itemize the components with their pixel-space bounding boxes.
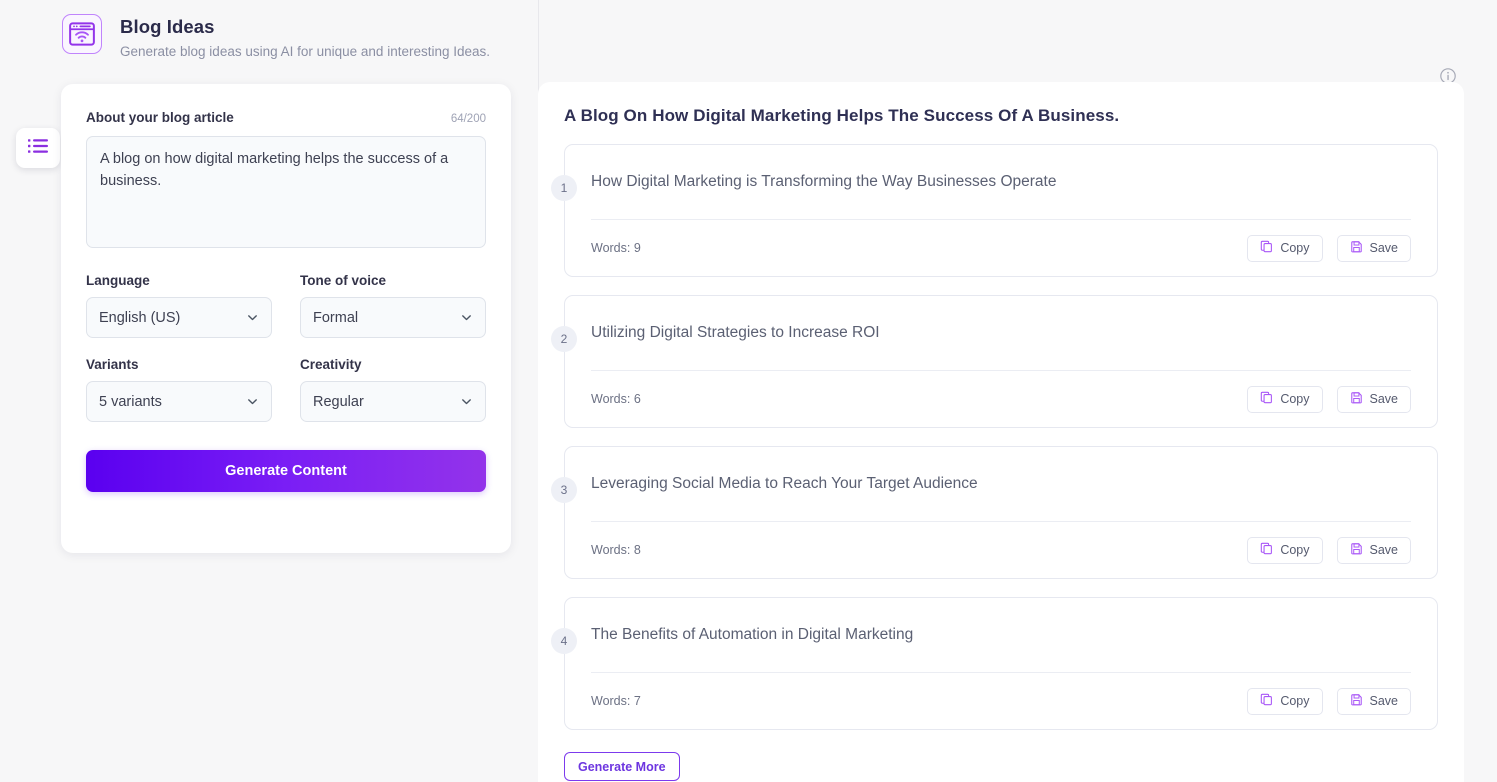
variants-select[interactable]: 5 variants	[86, 381, 272, 422]
copy-icon	[1260, 542, 1273, 558]
save-label: Save	[1369, 543, 1399, 557]
copy-label: Copy	[1280, 543, 1310, 557]
options-grid: Language English (US) Tone of voice Form…	[86, 273, 486, 441]
header-text-block: Blog Ideas Generate blog ideas using AI …	[120, 14, 490, 59]
save-label: Save	[1369, 241, 1399, 255]
idea-title[interactable]: Utilizing Digital Strategies to Increase…	[591, 324, 880, 342]
language-label: Language	[86, 273, 150, 288]
idea-title-row: Utilizing Digital Strategies to Increase…	[591, 296, 1411, 370]
copy-label: Copy	[1280, 241, 1310, 255]
copy-button[interactable]: Copy	[1247, 536, 1323, 564]
list-icon	[27, 137, 49, 160]
idea-actions: Copy Save	[1247, 385, 1411, 413]
idea-footer-row: Words: 8 Copy Save	[591, 522, 1411, 578]
copy-button[interactable]: Copy	[1247, 234, 1323, 262]
generate-more-button[interactable]: Generate More	[564, 752, 680, 781]
word-count: Words: 6	[591, 392, 641, 406]
word-count: Words: 7	[591, 694, 641, 708]
save-button[interactable]: Save	[1336, 536, 1411, 564]
idea-number-badge: 1	[551, 175, 577, 201]
creativity-select[interactable]: Regular	[300, 381, 486, 422]
floppy-disk-icon	[1350, 391, 1363, 407]
ideas-list: 1 How Digital Marketing is Transforming t…	[551, 144, 1438, 730]
save-button[interactable]: Save	[1336, 385, 1411, 413]
results-title: A Blog On How Digital Marketing Helps Th…	[564, 106, 1120, 125]
about-label: About your blog article	[86, 110, 234, 125]
idea-title-row: The Benefits of Automation in Digital Ma…	[591, 598, 1411, 672]
idea-footer-row: Words: 6 Copy Save	[591, 371, 1411, 427]
floppy-disk-icon	[1350, 240, 1363, 256]
idea-title[interactable]: The Benefits of Automation in Digital Ma…	[591, 626, 913, 644]
idea-actions: Copy Save	[1247, 234, 1411, 262]
about-field-header: About your blog article 64/200	[86, 110, 486, 125]
idea-actions: Copy Save	[1247, 687, 1411, 715]
copy-icon	[1260, 391, 1273, 407]
idea-title[interactable]: How Digital Marketing is Transforming th…	[591, 173, 1056, 191]
copy-icon	[1260, 240, 1273, 256]
idea-footer-row: Words: 7 Copy Save	[591, 673, 1411, 729]
char-counter: 64/200	[450, 113, 486, 125]
tone-label: Tone of voice	[300, 273, 387, 288]
page-subtitle: Generate blog ideas using AI for unique …	[120, 44, 491, 59]
language-select[interactable]: English (US)	[86, 297, 272, 338]
blog-ideas-page: Blog Ideas Generate blog ideas using AI …	[0, 0, 1497, 782]
variants-value: 5 variants	[99, 393, 162, 410]
idea-title-row: How Digital Marketing is Transforming th…	[591, 145, 1411, 219]
language-field: Language English (US)	[86, 273, 272, 357]
page-title: Blog Ideas	[120, 16, 215, 37]
copy-label: Copy	[1280, 694, 1310, 708]
creativity-value: Regular	[313, 393, 364, 410]
idea-card: 1 How Digital Marketing is Transforming t…	[551, 144, 1438, 277]
idea-number-badge: 2	[551, 326, 577, 352]
results-panel: A Blog On How Digital Marketing Helps Th…	[538, 82, 1464, 782]
sidebar-toggle-button[interactable]	[16, 128, 60, 168]
creativity-label: Creativity	[300, 357, 362, 372]
save-button[interactable]: Save	[1336, 687, 1411, 715]
save-button[interactable]: Save	[1336, 234, 1411, 262]
idea-number-badge: 4	[551, 628, 577, 654]
generate-content-button[interactable]: Generate Content	[86, 450, 486, 492]
word-count: Words: 9	[591, 241, 641, 255]
variants-label: Variants	[86, 357, 139, 372]
word-count: Words: 8	[591, 543, 641, 557]
tone-select[interactable]: Formal	[300, 297, 486, 338]
floppy-disk-icon	[1350, 693, 1363, 709]
tone-field: Tone of voice Formal	[300, 273, 486, 357]
idea-title-row: Leveraging Social Media to Reach Your Ta…	[591, 447, 1411, 521]
variants-field: Variants 5 variants	[86, 357, 272, 441]
idea-card: 4 The Benefits of Automation in Digital M…	[551, 597, 1438, 730]
creativity-field: Creativity Regular	[300, 357, 486, 441]
browser-wifi-icon	[62, 14, 102, 54]
about-textarea[interactable]	[86, 136, 486, 248]
floppy-disk-icon	[1350, 542, 1363, 558]
save-label: Save	[1369, 392, 1399, 406]
copy-button[interactable]: Copy	[1247, 385, 1323, 413]
idea-actions: Copy Save	[1247, 536, 1411, 564]
tone-value: Formal	[313, 309, 359, 326]
blog-form-card: About your blog article 64/200 Language …	[61, 84, 511, 553]
save-label: Save	[1369, 694, 1399, 708]
copy-icon	[1260, 693, 1273, 709]
idea-number-badge: 3	[551, 477, 577, 503]
language-value: English (US)	[99, 309, 181, 326]
idea-title[interactable]: Leveraging Social Media to Reach Your Ta…	[591, 475, 978, 493]
idea-footer-row: Words: 9 Copy Save	[591, 220, 1411, 276]
idea-card: 3 Leveraging Social Media to Reach Your T…	[551, 446, 1438, 579]
page-header: Blog Ideas Generate blog ideas using AI …	[62, 14, 490, 59]
idea-card: 2 Utilizing Digital Strategies to Increas…	[551, 295, 1438, 428]
copy-label: Copy	[1280, 392, 1310, 406]
copy-button[interactable]: Copy	[1247, 687, 1323, 715]
